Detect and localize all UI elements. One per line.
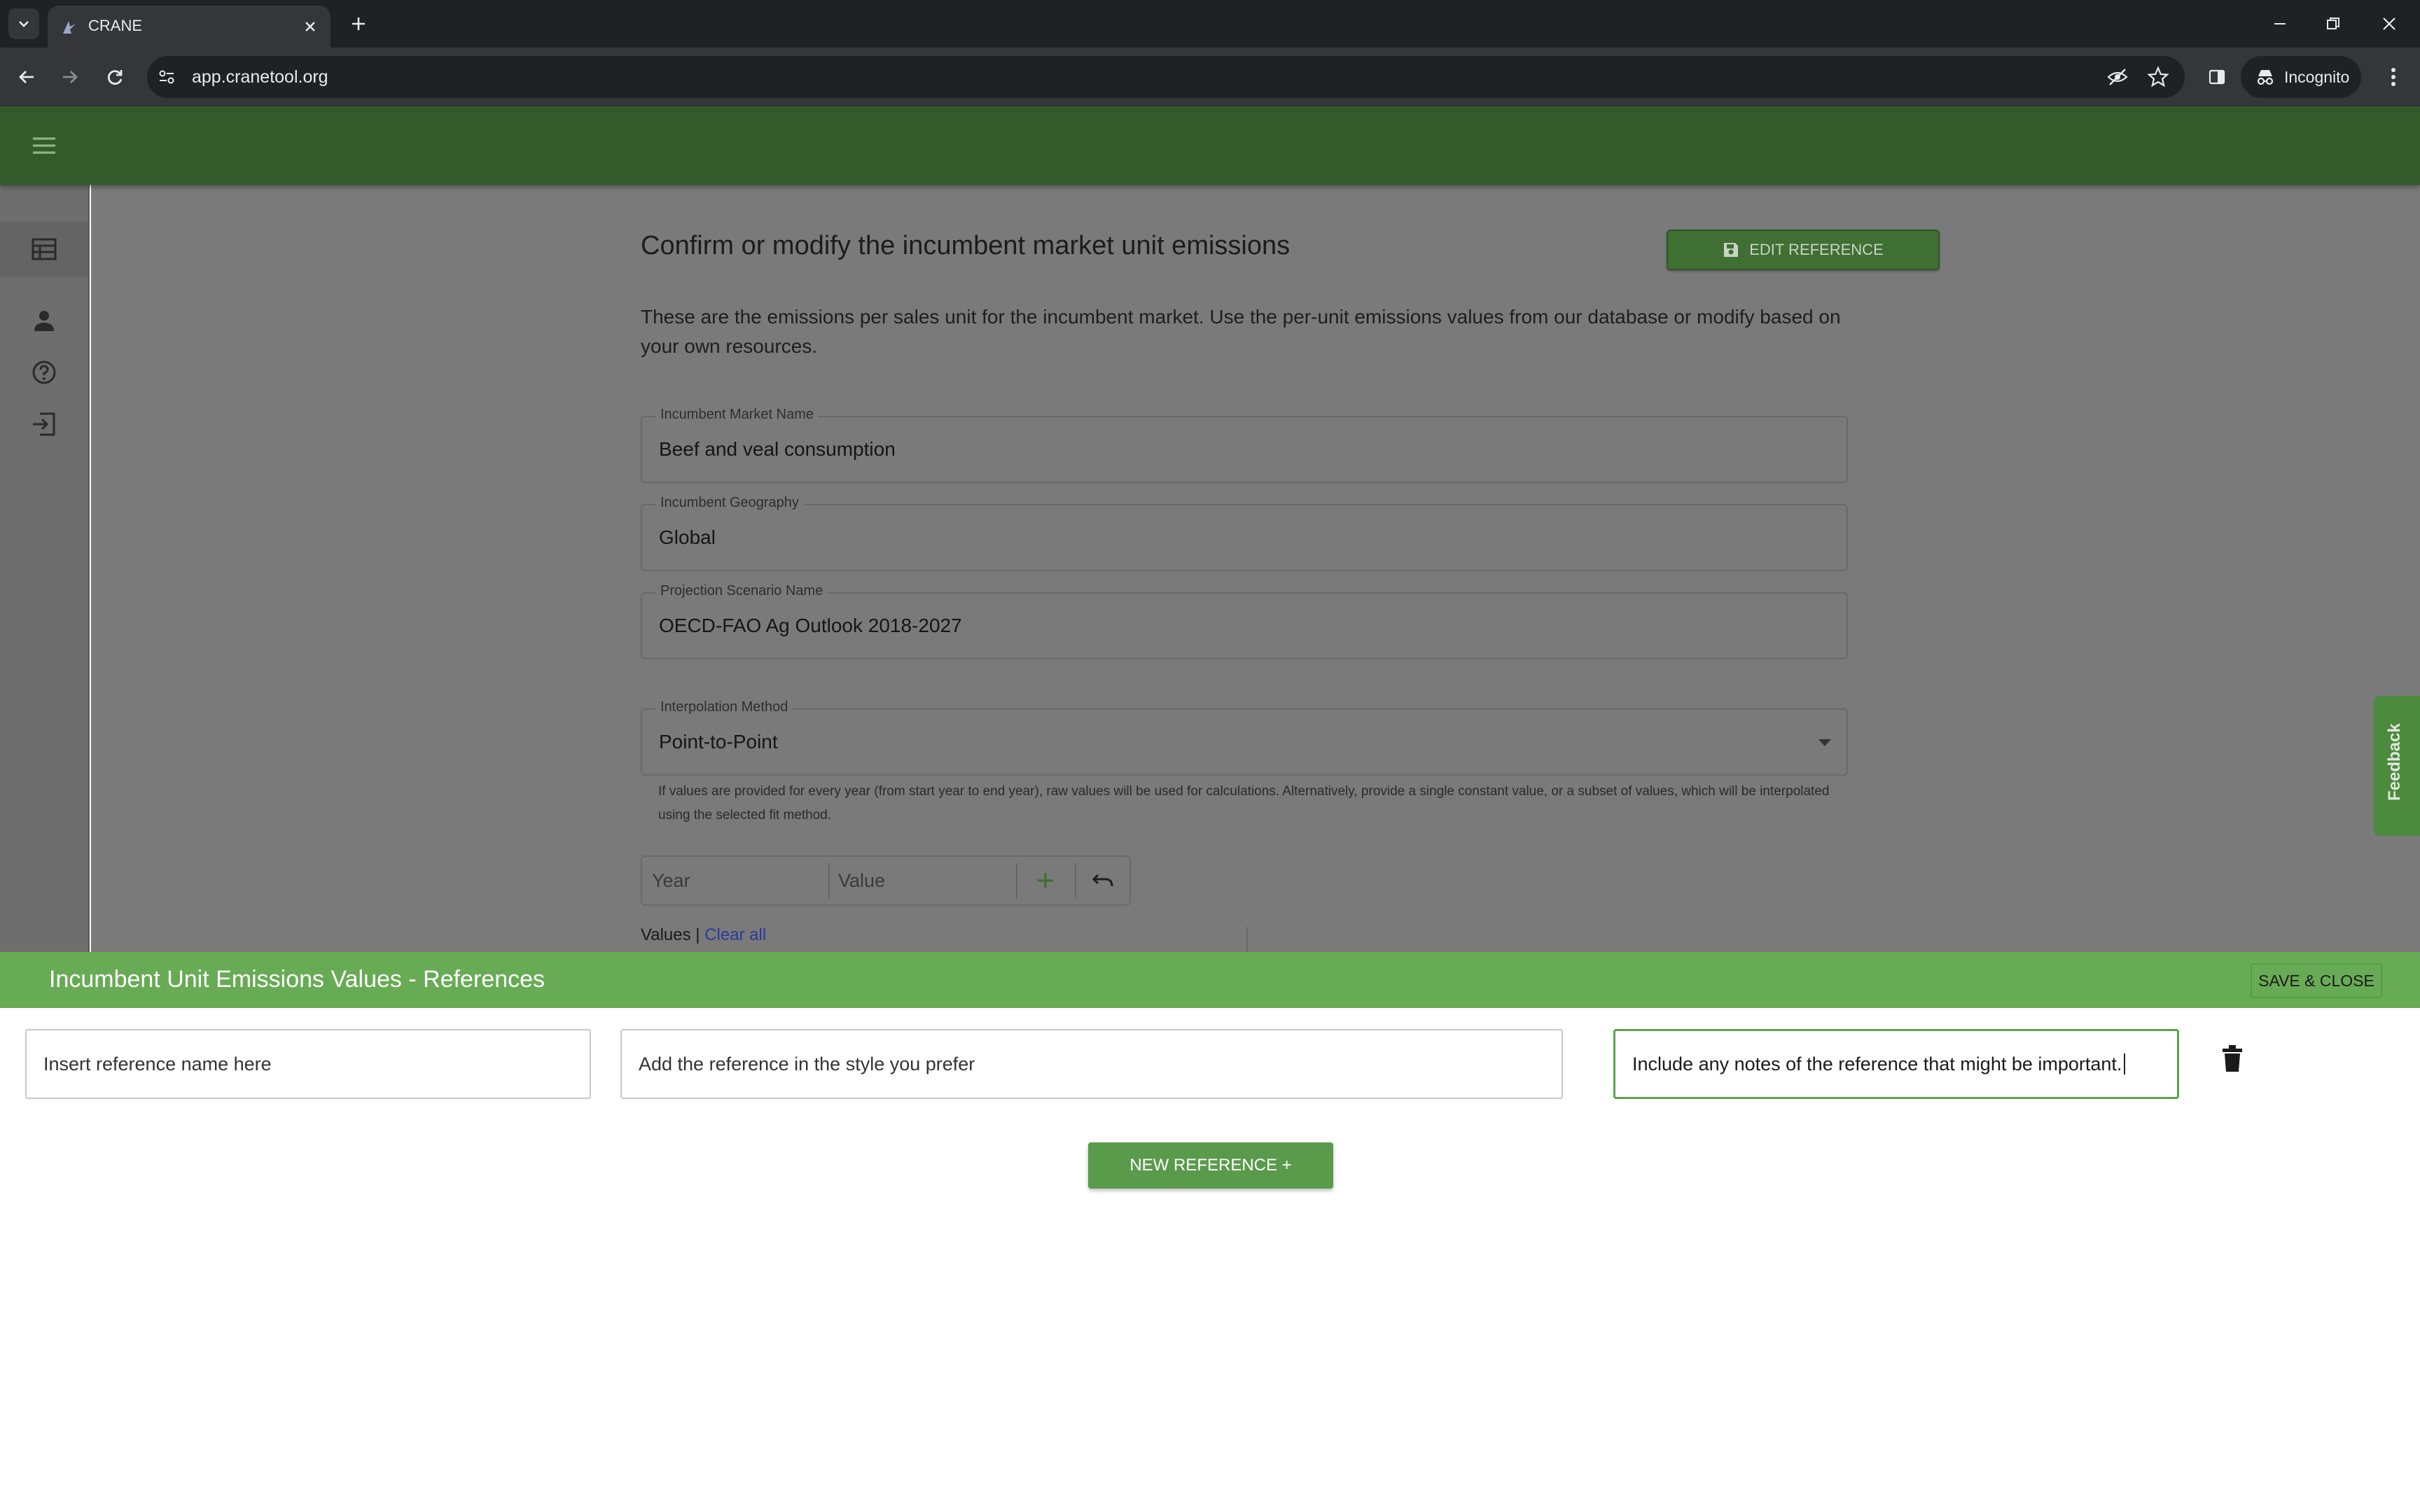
help-icon <box>32 360 56 384</box>
incumbent-geography-field[interactable]: Incumbent Geography Global <box>641 495 1848 571</box>
sidebar-item-table[interactable] <box>0 221 88 277</box>
tracking-blocked-eye-icon[interactable] <box>2106 66 2129 88</box>
browser-tab[interactable]: CRANE <box>48 6 331 48</box>
value-input[interactable]: Value <box>838 857 1006 904</box>
references-panel-header: Incumbent Unit Emissions Values - Refere… <box>0 952 2420 1008</box>
divider <box>1016 864 1017 899</box>
field-value: OECD-FAO Ag Outlook 2018-2027 <box>659 615 962 636</box>
reference-citation-input[interactable]: Add the reference in the style you prefe… <box>620 1029 1563 1099</box>
new-tab-icon[interactable] <box>345 10 373 38</box>
bookmark-star-icon[interactable] <box>2147 66 2169 88</box>
sidebar-item-help[interactable] <box>0 344 88 400</box>
menu-hamburger-icon[interactable] <box>27 132 62 160</box>
reference-notes-input[interactable]: Include any notes of the reference that … <box>1613 1029 2179 1099</box>
field-label: Interpolation Method <box>656 699 793 715</box>
plus-icon <box>1038 873 1053 888</box>
delete-trash-icon[interactable] <box>2221 1044 2244 1072</box>
incognito-badge[interactable]: Incognito <box>2241 56 2361 98</box>
crane-favicon-icon <box>63 21 76 34</box>
main-content: Confirm or modify the incumbent market u… <box>91 185 2420 952</box>
page-title: Confirm or modify the incumbent market u… <box>641 231 1291 260</box>
incognito-label: Incognito <box>2284 67 2350 86</box>
url-text: app.cranetool.org <box>192 67 328 87</box>
app-header <box>0 106 2420 185</box>
divider <box>828 864 830 899</box>
forward-icon[interactable] <box>55 62 85 92</box>
feedback-tab[interactable]: Feedback <box>2374 696 2420 836</box>
field-label: Incumbent Geography <box>656 495 803 511</box>
year-value-entry: Year Value <box>641 855 1131 906</box>
reference-notes-value: Include any notes of the reference that … <box>1632 1053 2122 1074</box>
new-reference-button[interactable]: NEW REFERENCE + <box>1088 1142 1333 1189</box>
save-close-button[interactable]: SAVE & CLOSE <box>2251 963 2382 998</box>
edit-reference-label: EDIT REFERENCE <box>1749 241 1884 258</box>
add-value-button[interactable] <box>1026 857 1065 904</box>
incumbent-market-name-field[interactable]: Incumbent Market Name Beef and veal cons… <box>641 407 1848 483</box>
more-vert-icon[interactable] <box>2378 62 2409 92</box>
undo-button[interactable] <box>1082 857 1124 904</box>
field-label: Incumbent Market Name <box>656 407 818 423</box>
divider <box>1075 864 1076 899</box>
divider <box>1246 927 1248 952</box>
minimize-icon[interactable] <box>2259 7 2301 41</box>
person-icon <box>34 311 54 331</box>
clear-all-link[interactable]: Clear all <box>704 925 766 944</box>
values-separator: | <box>695 925 700 944</box>
sidebar-item-account[interactable] <box>0 293 88 349</box>
table-icon <box>32 238 57 260</box>
restore-icon[interactable] <box>2312 7 2354 41</box>
field-value: Point-to-Point <box>659 731 778 752</box>
browser-toolbar: app.cranetool.org Incognito <box>0 48 2420 106</box>
field-value: Beef and veal consumption <box>659 438 896 460</box>
values-row: Values | Clear all <box>641 925 766 945</box>
year-input[interactable]: Year <box>652 857 820 904</box>
site-settings-icon[interactable] <box>157 67 176 87</box>
edit-reference-button[interactable]: EDIT REFERENCE <box>1667 230 1940 270</box>
close-window-icon[interactable] <box>2368 7 2410 41</box>
reference-name-input[interactable]: Insert reference name here <box>25 1029 591 1099</box>
interpolation-helper-text: If values are provided for every year (f… <box>658 784 1830 822</box>
references-title: Incumbent Unit Emissions Values - Refere… <box>49 966 545 993</box>
side-panel-icon[interactable] <box>2202 62 2232 92</box>
back-icon[interactable] <box>11 62 42 92</box>
address-bar[interactable]: app.cranetool.org <box>147 56 2185 98</box>
close-tab-icon[interactable] <box>298 15 322 38</box>
references-panel-body: Insert reference name here Add the refer… <box>0 1008 2420 1512</box>
feedback-label: Feedback <box>2385 723 2404 801</box>
tab-title: CRANE <box>88 17 143 34</box>
logout-icon <box>33 412 55 436</box>
interpolation-method-select[interactable]: Interpolation Method Point-to-Point <box>641 699 1848 776</box>
tab-search-button[interactable] <box>8 8 39 39</box>
incognito-icon <box>2257 70 2274 85</box>
values-label: Values <box>641 925 691 944</box>
text-cursor <box>2124 1054 2126 1074</box>
field-value: Global <box>659 526 716 548</box>
undo-icon <box>1092 874 1113 887</box>
save-icon <box>1724 243 1739 257</box>
projection-scenario-name-field[interactable]: Projection Scenario Name OECD-FAO Ag Out… <box>641 583 1848 659</box>
sidebar-item-logout[interactable] <box>0 396 88 452</box>
field-label: Projection Scenario Name <box>656 583 828 599</box>
side-navigation <box>0 185 90 952</box>
chevron-down-icon <box>19 21 29 27</box>
reference-citation-placeholder: Add the reference in the style you prefe… <box>639 1053 975 1074</box>
reload-icon[interactable] <box>99 62 130 92</box>
page-description: These are the emissions per sales unit f… <box>641 306 1841 357</box>
reference-name-placeholder: Insert reference name here <box>43 1053 272 1074</box>
dropdown-arrow-icon <box>1819 739 1831 746</box>
browser-tab-bar: CRANE <box>0 0 2420 48</box>
